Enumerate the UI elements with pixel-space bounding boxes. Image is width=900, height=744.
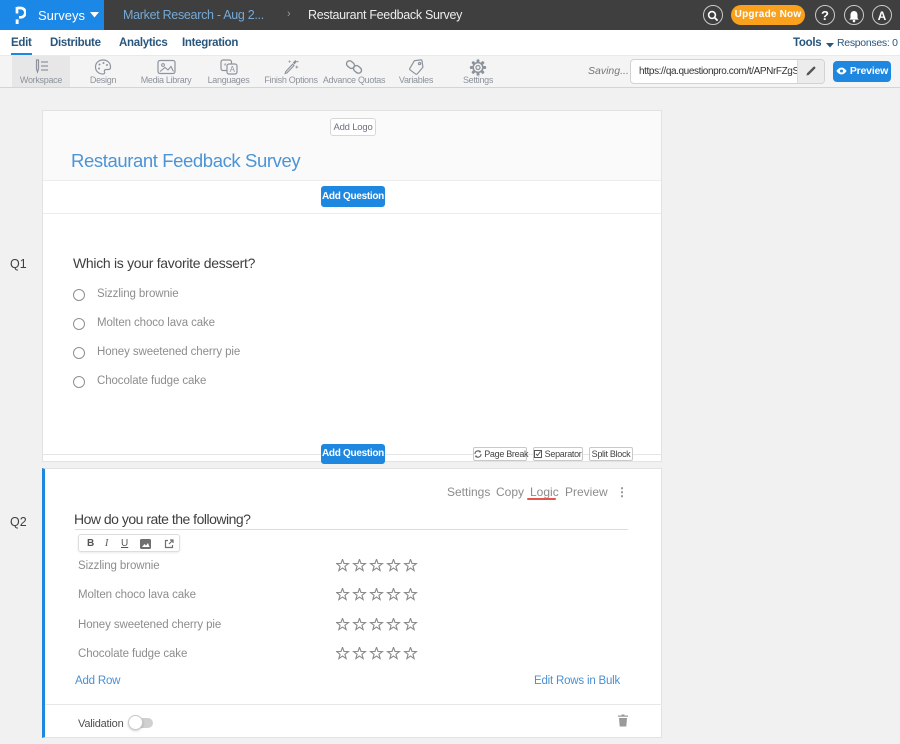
svg-text:*: * bbox=[223, 61, 226, 70]
svg-text:A: A bbox=[229, 65, 235, 74]
